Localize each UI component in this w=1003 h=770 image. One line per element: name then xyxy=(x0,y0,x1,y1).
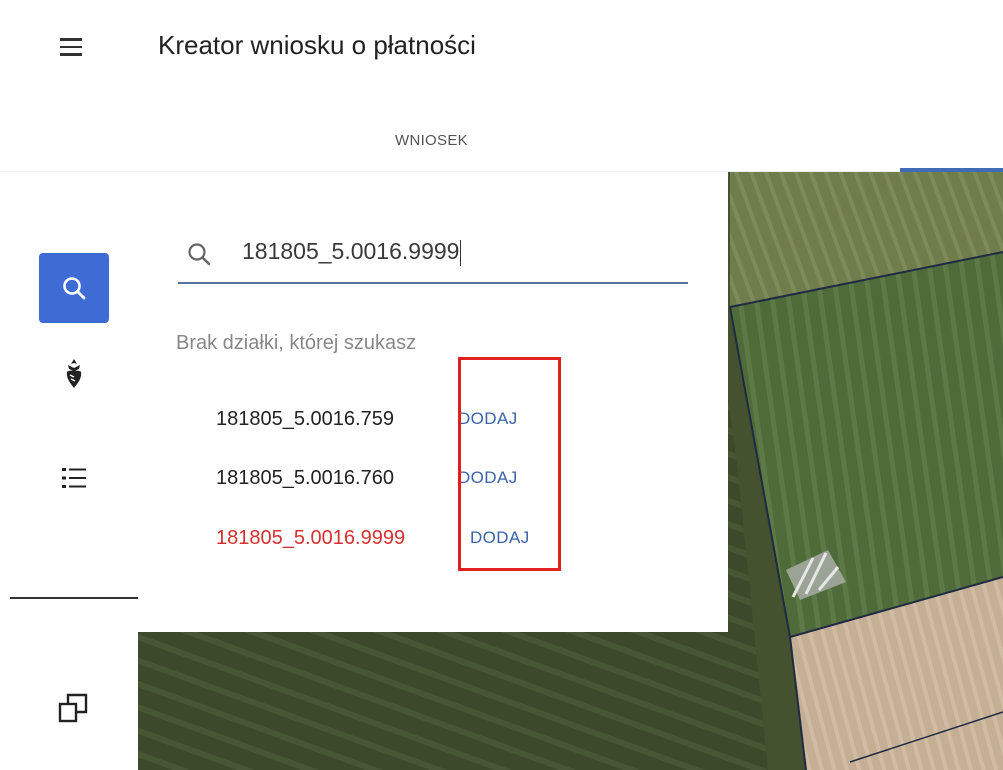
app-header: Kreator wniosku o płatności xyxy=(0,0,1003,100)
tab-bar: WNIOSEK xyxy=(0,100,1003,172)
add-parcel-button[interactable]: DODAJ xyxy=(458,468,518,488)
search-icon xyxy=(188,243,211,266)
rail-list-button[interactable] xyxy=(50,454,98,502)
layers-icon xyxy=(58,693,88,723)
rail-search-button[interactable] xyxy=(39,253,109,323)
result-parcel-id-highlighted: 181805_5.0016.9999 xyxy=(216,527,406,549)
rail-crop-button[interactable] xyxy=(50,350,98,398)
search-panel: 181805_5.0016.9999 Brak działki, której … xyxy=(138,172,728,632)
rail-layers-button[interactable] xyxy=(50,684,98,732)
search-icon xyxy=(63,277,86,300)
result-parcel-id: 181805_5.0016.759 xyxy=(216,408,394,430)
list-icon xyxy=(62,468,86,488)
menu-icon[interactable] xyxy=(60,38,84,58)
add-parcel-button[interactable]: DODAJ xyxy=(470,528,530,548)
not-found-message: Brak działki, której szukasz xyxy=(176,332,417,354)
search-input[interactable]: 181805_5.0016.9999 xyxy=(178,224,688,284)
search-value: 181805_5.0016.9999 xyxy=(242,238,462,266)
result-parcel-id: 181805_5.0016.760 xyxy=(216,467,394,489)
left-rail xyxy=(0,172,138,770)
rail-divider xyxy=(10,597,138,599)
tab-wniosek[interactable]: WNIOSEK xyxy=(395,132,468,149)
add-parcel-button[interactable]: DODAJ xyxy=(458,409,518,429)
text-caret xyxy=(460,239,462,266)
crop-icon xyxy=(66,359,82,388)
page-title: Kreator wniosku o płatności xyxy=(158,30,476,60)
